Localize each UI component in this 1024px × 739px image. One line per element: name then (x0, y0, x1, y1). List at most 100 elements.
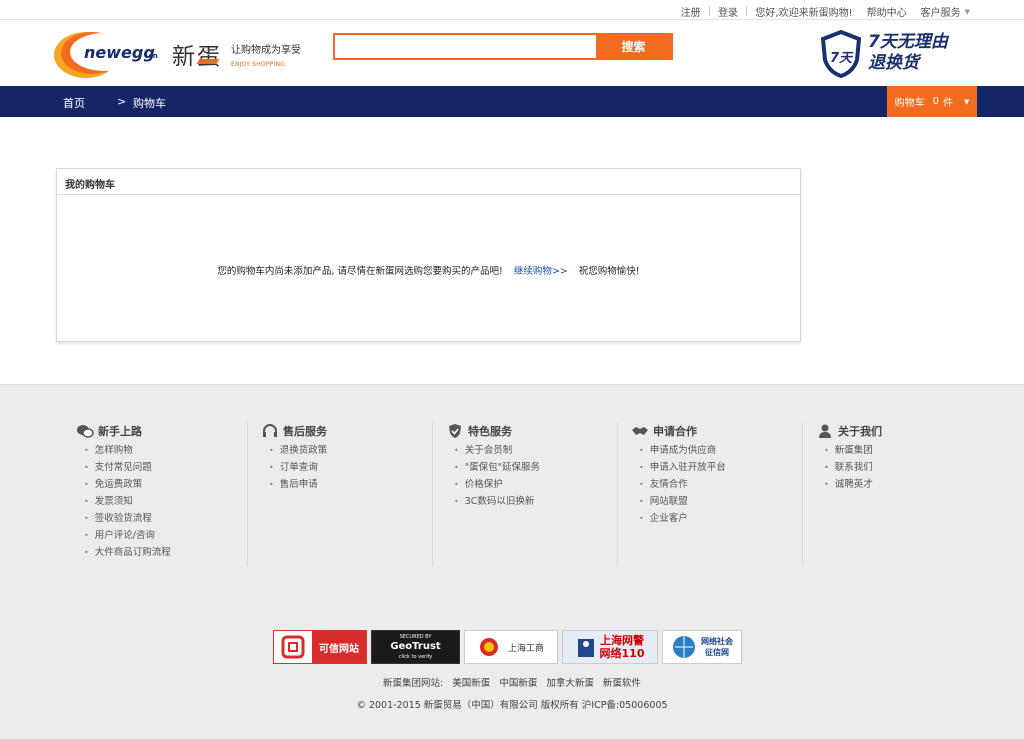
top-bar: 注册 | 登录 | 您好,欢迎来新蛋购物! 帮助中心 客户服务 ▼ (0, 0, 1024, 20)
logo-swoosh (196, 59, 220, 64)
empty-cart-message: 您的购物车内尚未添加产品, 请尽情在新蛋网选购您要购买的产品吧! 继续购物>> … (57, 263, 800, 277)
footer-link[interactable]: 售后申请 (269, 476, 432, 493)
footer-link[interactable]: 诚聘英才 (824, 476, 988, 493)
group-site-link[interactable]: 中国新蛋 (499, 678, 537, 689)
geotrust-main: GeoTrust (390, 641, 441, 652)
divider: | (707, 6, 712, 17)
footer-columns: 新手上路 怎样购物 支付常见问题 免运费政策 发票须知 签收验货流程 用户评论/… (63, 423, 988, 567)
footer-column-cooperation: 申请合作 申请成为供应商 申请入驻开放平台 友情合作 网站联盟 企业客户 (618, 423, 803, 567)
gongshang-badge[interactable]: 上海工商 (464, 630, 558, 664)
footer-link[interactable]: 怎样购物 (84, 442, 247, 459)
credit-line2: 征信网 (705, 648, 729, 657)
register-link[interactable]: 注册 (681, 4, 701, 19)
footer-column-title: 关于我们 (816, 423, 988, 439)
slogan-cn: 让购物成为享受 (231, 45, 301, 56)
police-line2: 网络110 (599, 647, 645, 660)
footer-link[interactable]: 友情合作 (639, 476, 802, 493)
footer-column-features: 特色服务 关于会员制 "蛋保包"延保服务 价格保护 3C数码以旧换新 (433, 423, 618, 567)
police-badge[interactable]: 上海网警 网络110 (562, 630, 658, 664)
footer-link[interactable]: 订单查询 (269, 459, 432, 476)
footer-link[interactable]: 企业客户 (639, 510, 802, 527)
wish-text: 祝您购物愉快! (578, 266, 640, 277)
footer-column-title-text: 关于我们 (838, 425, 882, 438)
nav-home-link[interactable]: 首页 (63, 95, 85, 111)
footer-link[interactable]: 用户评论/咨询 (84, 527, 247, 544)
footer-link[interactable]: 网站联盟 (639, 493, 802, 510)
cart-title: 我的购物车 (57, 169, 800, 195)
group-site-link[interactable]: 美国新蛋 (452, 678, 490, 689)
shield-check-icon (449, 424, 461, 438)
group-sites: 新蛋集团网站: 美国新蛋 中国新蛋 加拿大新蛋 新蛋软件 (0, 675, 1024, 689)
group-site-link[interactable]: 加拿大新蛋 (546, 678, 594, 689)
footer-column-title-text: 申请合作 (653, 425, 697, 438)
cart-panel: 我的购物车 您的购物车内尚未添加产品, 请尽情在新蛋网选购您要购买的产品吧! 继… (56, 168, 801, 342)
credit-line1: 网络社会 (701, 637, 733, 646)
footer-link[interactable]: 大件商品订购流程 (84, 544, 247, 561)
kexin-logo-icon (274, 631, 312, 663)
header: newegg .cn 新蛋 让购物成为享受 ENJOY SHOPPING 搜索 … (0, 21, 1024, 86)
footer-link[interactable]: 签收验货流程 (84, 510, 247, 527)
search-input[interactable] (335, 35, 596, 58)
geotrust-badge[interactable]: SECURED BY GeoTrust click to verify (371, 630, 460, 664)
footer-link[interactable]: 退换货政策 (269, 442, 432, 459)
help-center-link[interactable]: 帮助中心 (867, 4, 907, 19)
slogan-en: ENJOY SHOPPING (231, 61, 286, 68)
shield-icon: 7天 (820, 30, 862, 78)
footer-link[interactable]: 免运费政策 (84, 476, 247, 493)
footer-link[interactable]: 3C数码以旧换新 (454, 493, 617, 510)
kexin-label: 可信网站 (312, 631, 366, 663)
guarantee-line2: 退换货 (868, 53, 919, 73)
footer-column-title-text: 特色服务 (468, 425, 512, 438)
globe-icon (673, 636, 695, 658)
logo-suffix: .cn (146, 52, 158, 60)
cart-label: 购物车 (894, 98, 925, 109)
kexin-badge[interactable]: 可信网站 (273, 630, 367, 664)
emblem-icon (479, 638, 498, 656)
divider: | (745, 6, 749, 17)
chevron-down-icon[interactable]: ▼ (965, 8, 970, 16)
footer: 新手上路 怎样购物 支付常见问题 免运费政策 发票须知 签收验货流程 用户评论/… (0, 384, 1024, 739)
trust-badges: 可信网站 SECURED BY GeoTrust click to verify… (273, 630, 746, 664)
footer-link[interactable]: 联系我们 (824, 459, 988, 476)
geotrust-sub: click to verify (398, 654, 433, 660)
guarantee-badge-text: 7天 (830, 51, 854, 66)
footer-column-title: 新手上路 (76, 423, 247, 439)
footer-link[interactable]: "蛋保包"延保服务 (454, 459, 617, 476)
footer-column-title: 申请合作 (631, 423, 802, 439)
greeting-text: 您好,欢迎来新蛋购物! (755, 8, 853, 19)
logo-text: newegg (84, 43, 155, 62)
footer-link[interactable]: 关于会员制 (454, 442, 617, 459)
footer-link[interactable]: 新蛋集团 (824, 442, 988, 459)
footer-column-about: 关于我们 新蛋集团 联系我们 诚聘英才 (803, 423, 988, 567)
group-site-link[interactable]: 新蛋软件 (603, 678, 641, 689)
footer-column-title-text: 售后服务 (283, 425, 327, 438)
headset-icon (263, 424, 277, 437)
seven-day-return-badge[interactable]: 7天 7天无理由 退换货 (820, 30, 960, 78)
mini-cart-button[interactable]: 购物车 0 件 ▼ (887, 86, 977, 117)
footer-column-aftersales: 售后服务 退换货政策 订单查询 售后申请 (248, 423, 433, 567)
footer-link[interactable]: 发票须知 (84, 493, 247, 510)
footer-link[interactable]: 申请入驻开放平台 (639, 459, 802, 476)
empty-cart-text: 您的购物车内尚未添加产品, 请尽情在新蛋网选购您要购买的产品吧! (217, 266, 503, 277)
chat-bubbles-icon (77, 425, 94, 438)
footer-link[interactable]: 价格保护 (454, 476, 617, 493)
logo-chinese-text: 新蛋 (172, 44, 222, 70)
top-links: 注册 | 登录 | 您好,欢迎来新蛋购物! 帮助中心 客户服务 ▼ (681, 4, 970, 19)
breadcrumb-separator: > (117, 95, 127, 108)
chevron-down-icon: ▼ (963, 97, 970, 106)
credit-badge[interactable]: 网络社会 征信网 (662, 630, 742, 664)
guarantee-text: 7天无理由 退换货 (868, 32, 948, 74)
group-sites-label: 新蛋集团网站: (383, 678, 444, 689)
slogan: 让购物成为享受 ENJOY SHOPPING (231, 41, 301, 68)
newegg-logo[interactable]: newegg .cn (52, 28, 167, 78)
continue-shopping-link[interactable]: 继续购物>> (514, 266, 568, 277)
cart-count: 0 (932, 96, 939, 107)
footer-link[interactable]: 支付常见问题 (84, 459, 247, 476)
logo-chinese: 新蛋 (172, 37, 222, 71)
login-link[interactable]: 登录 (718, 4, 738, 19)
police-icon (577, 639, 594, 657)
search-button[interactable]: 搜索 (596, 35, 671, 58)
footer-link[interactable]: 申请成为供应商 (639, 442, 802, 459)
person-icon (819, 424, 831, 438)
customer-service-menu[interactable]: 客户服务 (921, 4, 961, 19)
